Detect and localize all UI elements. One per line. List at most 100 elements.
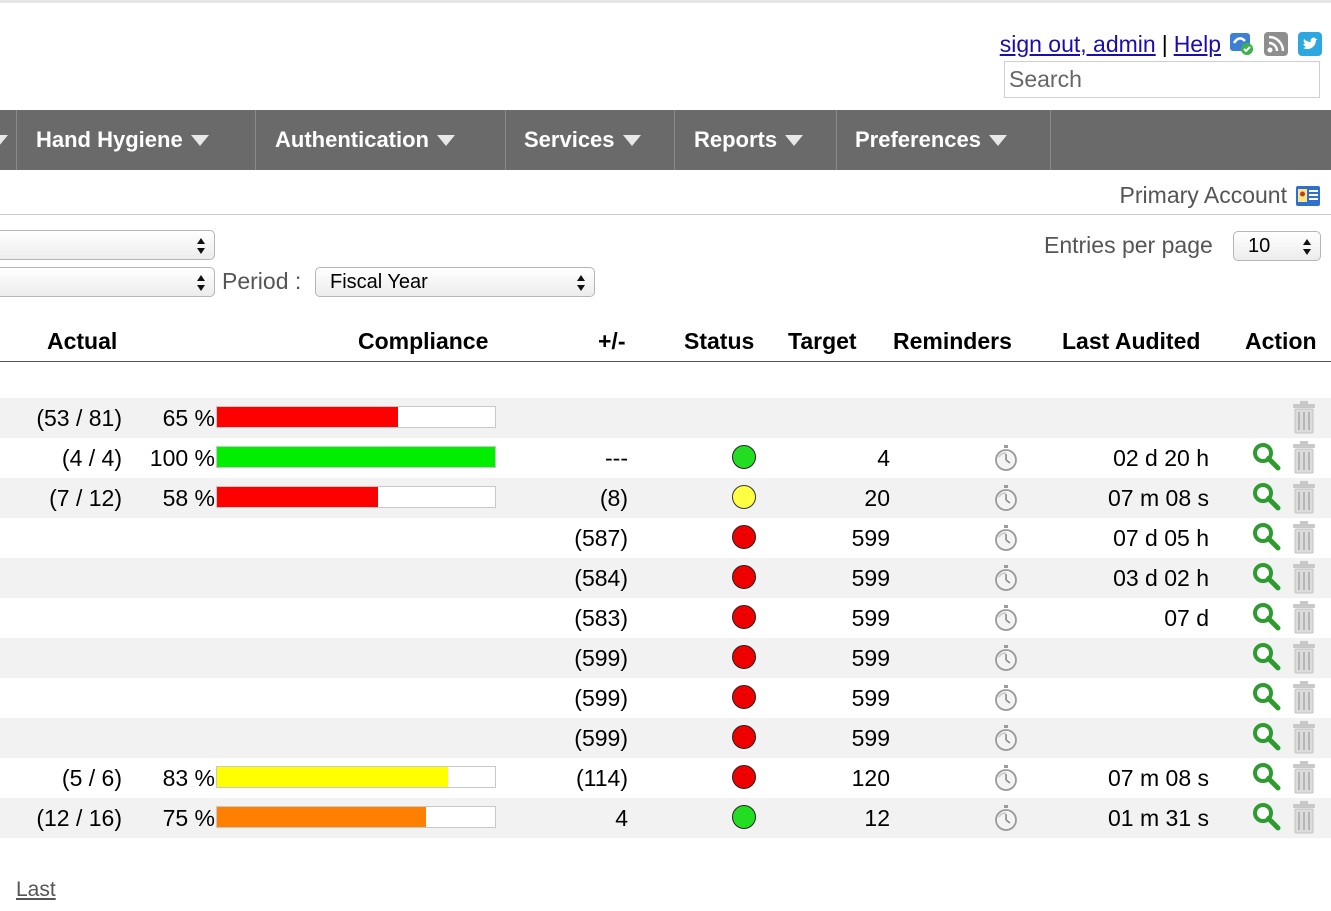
view-magnifier-icon[interactable] xyxy=(1251,441,1281,471)
table-row: (584) 599 03 d 02 h xyxy=(0,558,1331,598)
sign-out-link[interactable]: sign out, admin xyxy=(1000,31,1156,58)
delete-trash-icon[interactable] xyxy=(1290,520,1318,554)
chevron-down-icon xyxy=(622,134,641,146)
last-audited-cell: 03 d 02 h xyxy=(1113,565,1209,591)
view-magnifier-icon[interactable] xyxy=(1251,761,1281,791)
delete-trash-icon[interactable] xyxy=(1290,720,1318,754)
column-header-last-audited[interactable]: Last Audited xyxy=(1062,328,1200,355)
delete-trash-icon[interactable] xyxy=(1290,800,1318,834)
delete-trash-icon[interactable] xyxy=(1290,680,1318,714)
view-magnifier-icon[interactable] xyxy=(1251,681,1281,711)
actual-cell: (4 / 4) xyxy=(61,445,122,471)
nav-hand-hygiene[interactable]: Hand Hygiene xyxy=(36,110,209,170)
delete-trash-icon[interactable] xyxy=(1290,600,1318,634)
pagination-last-link[interactable]: Last xyxy=(16,878,56,902)
chevron-down-icon xyxy=(437,134,455,146)
help-link[interactable]: Help xyxy=(1174,31,1221,58)
twitter-icon[interactable] xyxy=(1297,31,1323,57)
account-card-icon xyxy=(1296,185,1320,206)
search-input[interactable] xyxy=(1004,61,1320,98)
header-links: sign out, admin | Help xyxy=(1000,28,1323,60)
compliance-bar xyxy=(216,806,496,828)
actual-cell: (12 / 16) xyxy=(36,805,122,831)
delete-trash-icon[interactable] xyxy=(1290,440,1318,474)
delta-cell: (599) xyxy=(574,645,628,671)
stopwatch-icon[interactable] xyxy=(994,764,1018,792)
primary-account[interactable]: Primary Account xyxy=(1120,182,1321,209)
view-magnifier-icon[interactable] xyxy=(1251,481,1281,511)
actual-cell xyxy=(0,598,122,638)
delete-trash-icon[interactable] xyxy=(1290,400,1318,434)
stopwatch-icon[interactable] xyxy=(994,524,1018,552)
last-audited-cell xyxy=(1040,718,1209,758)
nav-preferences[interactable]: Preferences xyxy=(855,110,1007,170)
compliance-bar xyxy=(216,406,496,428)
column-header-target[interactable]: Target xyxy=(788,328,857,355)
view-magnifier-icon[interactable] xyxy=(1251,721,1281,751)
entries-per-page-select[interactable]: 10 xyxy=(1233,231,1321,261)
delete-trash-icon[interactable] xyxy=(1290,640,1318,674)
link-separator: | xyxy=(1161,30,1168,57)
stopwatch-icon[interactable] xyxy=(994,604,1018,632)
nav-label: Authentication xyxy=(275,127,429,152)
delete-trash-icon[interactable] xyxy=(1290,560,1318,594)
stopwatch-icon[interactable] xyxy=(994,724,1018,752)
compliance-bar-fill xyxy=(217,407,398,427)
compliance-percent: 65 % xyxy=(162,405,215,431)
column-header-delta[interactable]: +/- xyxy=(598,328,625,355)
delta-cell: (114) xyxy=(576,765,628,791)
compliance-percent: 58 % xyxy=(162,485,215,511)
filter-select-1[interactable] xyxy=(0,230,215,260)
view-magnifier-icon[interactable] xyxy=(1251,641,1281,671)
column-header-reminders[interactable]: Reminders xyxy=(893,328,1012,355)
column-header-status[interactable]: Status xyxy=(684,328,754,355)
table-row: (12 / 16) 75 % 4 12 01 m 31 s xyxy=(0,798,1331,838)
nav-authentication[interactable]: Authentication xyxy=(275,110,455,170)
delete-trash-icon[interactable] xyxy=(1290,480,1318,514)
compliance-bar-fill xyxy=(217,447,495,467)
last-audited-cell xyxy=(1040,678,1209,718)
select-arrows-icon xyxy=(1303,239,1311,255)
period-value: Fiscal Year xyxy=(330,270,428,293)
chevron-down-icon xyxy=(988,134,1007,146)
nav-label: Hand Hygiene xyxy=(36,127,183,152)
actual-cell xyxy=(0,638,122,678)
target-cell: 599 xyxy=(851,525,890,551)
stopwatch-icon[interactable] xyxy=(994,684,1018,712)
actual-cell: (5 / 6) xyxy=(61,765,122,791)
compliance-percent: 83 % xyxy=(162,765,215,791)
stopwatch-icon[interactable] xyxy=(994,484,1018,512)
table-row: (583) 599 07 d xyxy=(0,598,1331,638)
view-magnifier-icon[interactable] xyxy=(1251,801,1281,831)
period-select[interactable]: Fiscal Year xyxy=(315,267,595,297)
filter-select-2[interactable] xyxy=(0,267,215,297)
chevron-down-icon[interactable] xyxy=(0,135,8,146)
delete-trash-icon[interactable] xyxy=(1290,760,1318,794)
chevron-down-icon xyxy=(785,134,804,146)
delta-cell: (584) xyxy=(574,565,628,591)
stopwatch-icon[interactable] xyxy=(994,644,1018,672)
view-magnifier-icon[interactable] xyxy=(1251,521,1281,551)
nav-label: Reports xyxy=(694,127,778,152)
view-magnifier-icon[interactable] xyxy=(1251,601,1281,631)
actual-cell xyxy=(0,558,122,598)
compliance-percent xyxy=(130,718,215,758)
stopwatch-icon[interactable] xyxy=(994,804,1018,832)
column-header-compliance[interactable]: Compliance xyxy=(358,328,488,355)
rss-icon[interactable] xyxy=(1263,31,1289,57)
column-header-actual[interactable]: Actual xyxy=(47,328,117,355)
entries-per-page-label: Entries per page xyxy=(1044,232,1213,258)
status-yellow-indicator xyxy=(732,485,756,509)
select-arrows-icon xyxy=(577,275,585,291)
status-red-indicator xyxy=(732,685,756,709)
table-row: (53 / 81) 65 % xyxy=(0,398,1331,438)
delta-cell: 4 xyxy=(615,805,628,831)
view-magnifier-icon[interactable] xyxy=(1251,561,1281,591)
stopwatch-icon[interactable] xyxy=(994,444,1018,472)
select-arrows-icon xyxy=(197,275,205,291)
nav-reports[interactable]: Reports xyxy=(694,110,804,170)
stopwatch-icon[interactable] xyxy=(994,564,1018,592)
nav-services[interactable]: Services xyxy=(524,110,641,170)
last-audited-cell xyxy=(1040,398,1209,438)
hand-hygiene-badge-icon[interactable] xyxy=(1229,31,1255,57)
